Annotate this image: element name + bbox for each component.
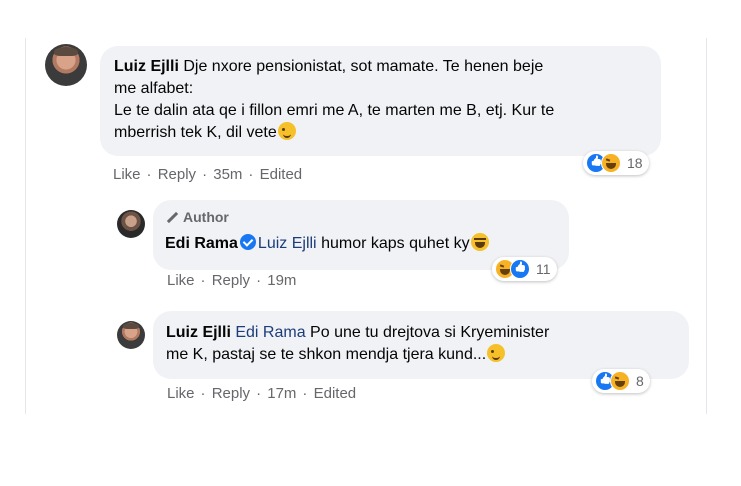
reactions-summary[interactable]: 11 bbox=[492, 257, 557, 281]
reply-link[interactable]: Reply bbox=[212, 272, 250, 289]
like-reaction-icon bbox=[510, 259, 530, 279]
wink-emoji bbox=[277, 122, 296, 140]
separator: · bbox=[256, 385, 262, 402]
like-link[interactable]: Like bbox=[167, 385, 195, 402]
separator: · bbox=[200, 385, 206, 402]
comment-bubble-1: Luiz Ejlli Dje nxore pensionistat, sot m… bbox=[100, 46, 661, 156]
avatar-luiz-ejlli[interactable] bbox=[45, 44, 87, 86]
edited-label: Edited bbox=[259, 166, 303, 183]
separator: · bbox=[202, 166, 208, 183]
comment-author[interactable]: Luiz Ejlli bbox=[114, 58, 179, 75]
like-link[interactable]: Like bbox=[113, 166, 141, 183]
reply-link[interactable]: Reply bbox=[158, 166, 196, 183]
mention-link[interactable]: Edi Rama bbox=[235, 324, 305, 341]
mention-link[interactable]: Luiz Ejlli bbox=[258, 235, 317, 252]
reactions-summary[interactable]: 18 bbox=[583, 151, 649, 175]
separator: · bbox=[146, 166, 152, 183]
comment-text: Po une tu drejtova si Kryeminister bbox=[310, 324, 550, 341]
separator: · bbox=[248, 166, 254, 183]
wink-emoji bbox=[487, 344, 506, 362]
comment-author[interactable]: Luiz Ejlli bbox=[166, 324, 231, 341]
reaction-count: 11 bbox=[536, 261, 551, 277]
comment-actions: Like · Reply · 35m · Edited bbox=[113, 166, 306, 183]
haha-reaction-icon bbox=[601, 153, 621, 173]
author-badge: Author bbox=[183, 209, 229, 225]
separator: · bbox=[302, 385, 308, 402]
edited-label: Edited bbox=[313, 385, 357, 402]
reply-link[interactable]: Reply bbox=[212, 385, 250, 402]
separator: · bbox=[200, 272, 206, 289]
comment-text: me K, pastaj se te shkon mendja tjera ku… bbox=[166, 346, 487, 363]
comment-text: Le te dalin ata qe i fillon emri me A, t… bbox=[114, 102, 555, 119]
haha-reaction-icon bbox=[610, 371, 630, 391]
reaction-count: 8 bbox=[636, 373, 644, 389]
comment-actions: Like · Reply · 19m bbox=[167, 272, 300, 289]
avatar-edi-rama[interactable] bbox=[117, 210, 145, 238]
comment-author[interactable]: Edi Rama bbox=[165, 235, 238, 252]
avatar-luiz-ejlli[interactable] bbox=[117, 321, 145, 349]
timestamp-link[interactable]: 35m bbox=[213, 166, 242, 183]
comment-actions: Like · Reply · 17m · Edited bbox=[167, 385, 360, 402]
comment-text: Dje nxore pensionistat, sot mamate. Te h… bbox=[183, 58, 544, 75]
separator: · bbox=[256, 272, 262, 289]
verified-badge-icon bbox=[239, 234, 256, 250]
comment-text: humor kaps quhet ky bbox=[321, 235, 470, 252]
timestamp-link[interactable]: 17m bbox=[267, 385, 296, 402]
pencil-icon bbox=[165, 210, 179, 224]
comment-text: me alfabet: bbox=[114, 80, 194, 97]
comment-text: mberrish tek K, dil vete bbox=[114, 124, 277, 141]
like-link[interactable]: Like bbox=[167, 272, 195, 289]
reactions-summary[interactable]: 8 bbox=[592, 369, 650, 393]
reaction-count: 18 bbox=[627, 155, 643, 171]
laughing-emoji bbox=[470, 233, 489, 251]
timestamp-link[interactable]: 19m bbox=[267, 272, 296, 289]
